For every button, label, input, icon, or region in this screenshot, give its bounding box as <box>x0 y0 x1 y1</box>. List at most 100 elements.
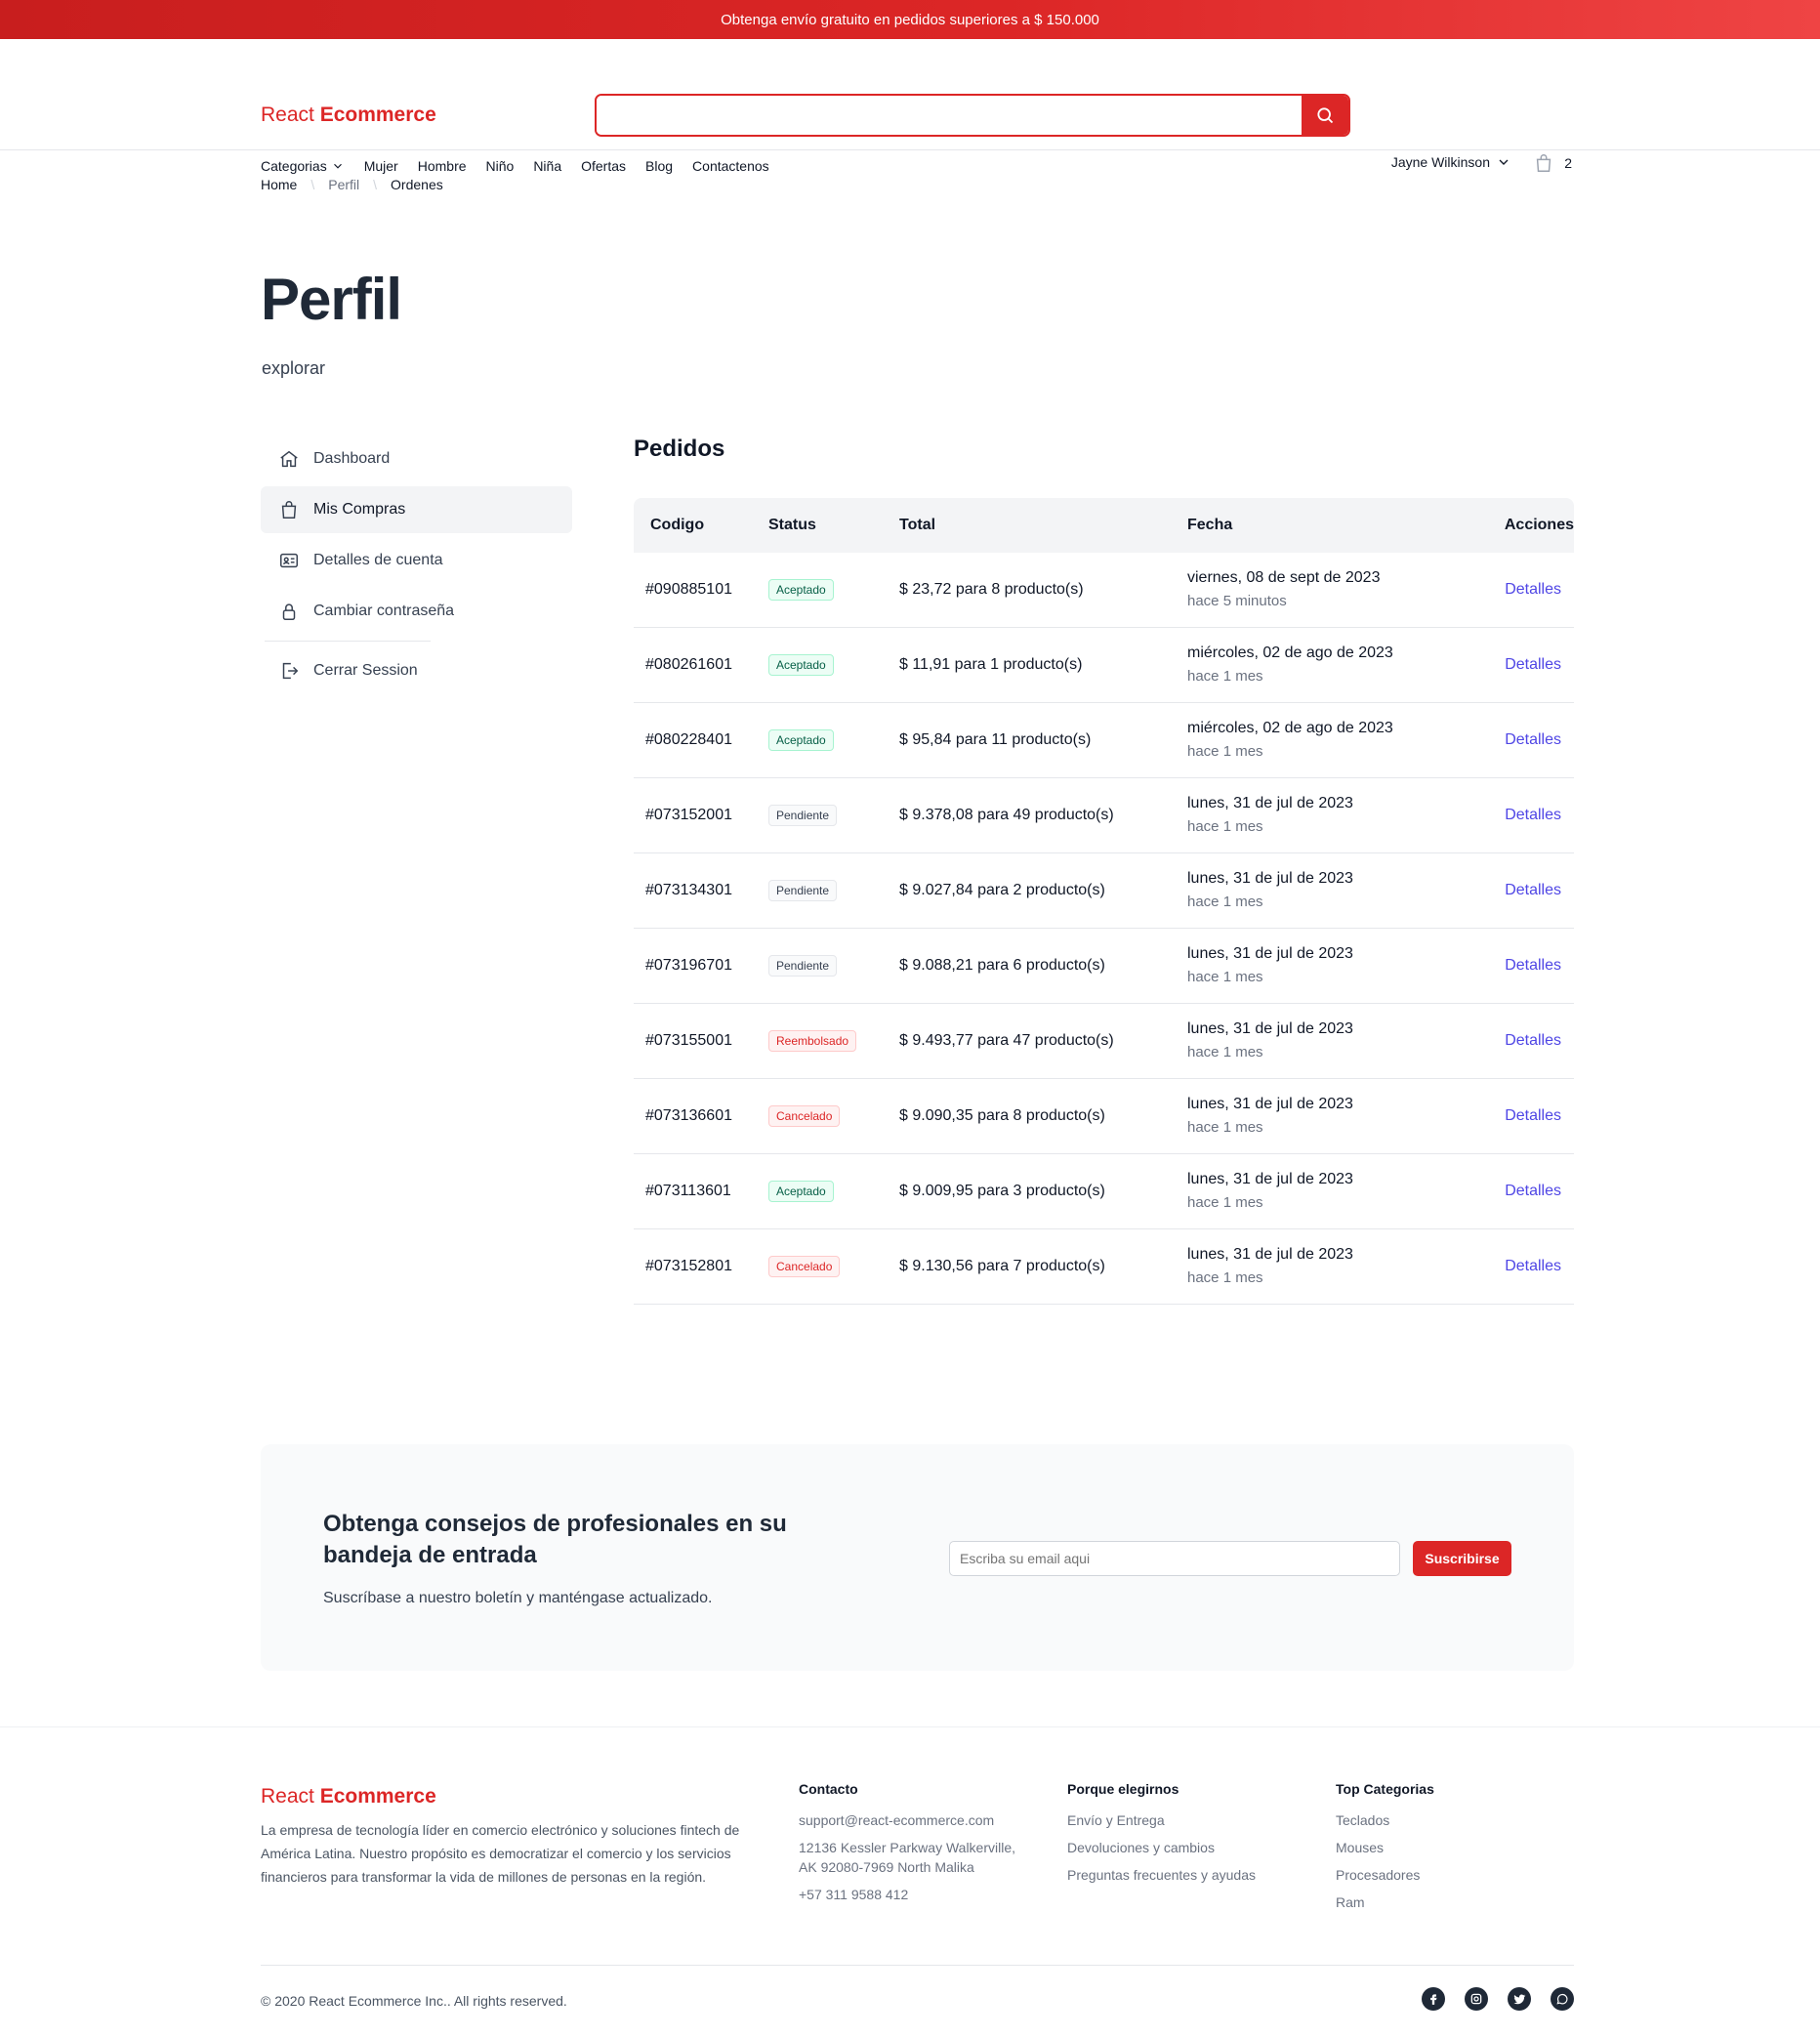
search-input[interactable] <box>597 96 1302 135</box>
cart-button[interactable]: 2 <box>1533 152 1572 174</box>
footer-link[interactable]: Teclados <box>1336 1810 1434 1830</box>
nav-item-nino[interactable]: Niño <box>486 158 515 174</box>
footer-contact-phone[interactable]: +57 311 9588 412 <box>799 1885 1015 1904</box>
table-row: #073113601 Aceptado $ 9.009,95 para 3 prod… <box>634 1154 1574 1229</box>
order-date: lunes, 31 de jul de 2023 hace 1 mes <box>1187 1093 1457 1140</box>
whatsapp-icon[interactable] <box>1551 1987 1574 2011</box>
shopping-bag-icon <box>281 501 297 519</box>
breadcrumb: Home \ Perfil \ Ordenes <box>261 177 443 192</box>
order-status-cell: Pendiente <box>768 955 899 977</box>
nav-item-categorias[interactable]: Categorias <box>261 158 345 174</box>
facebook-icon[interactable] <box>1422 1987 1445 2011</box>
social-links <box>1422 1987 1574 2011</box>
nav-item-hombre[interactable]: Hombre <box>418 158 467 174</box>
order-total: $ 9.130,56 para 7 producto(s) <box>899 1258 1187 1275</box>
details-link[interactable]: Detalles <box>1505 1107 1561 1124</box>
footer-link[interactable]: Devoluciones y cambios <box>1067 1838 1256 1857</box>
footer-contact-address-line: 12136 Kessler Parkway Walkerville, <box>799 1840 1016 1855</box>
details-link[interactable]: Detalles <box>1505 656 1561 673</box>
details-link[interactable]: Detalles <box>1505 807 1561 823</box>
user-menu[interactable]: Jayne Wilkinson <box>1391 154 1511 170</box>
column-header-status: Status <box>768 517 816 533</box>
order-quantity: para 2 producto(s) <box>977 882 1105 898</box>
footer-bottom-divider <box>261 1965 1574 1966</box>
search-icon <box>1317 107 1334 124</box>
footer-link[interactable]: Preguntas frecuentes y ayudas <box>1067 1865 1256 1885</box>
nav-item-contactenos[interactable]: Contactenos <box>692 158 769 174</box>
newsletter-email-input[interactable] <box>949 1541 1400 1576</box>
order-quantity: para 1 producto(s) <box>954 656 1083 673</box>
details-link[interactable]: Detalles <box>1505 957 1561 974</box>
breadcrumb-perfil[interactable]: Perfil <box>328 177 359 192</box>
sidebar-item-cerrar-session[interactable]: Cerrar Session <box>261 647 572 694</box>
footer-link[interactable]: Procesadores <box>1336 1865 1434 1885</box>
search-button[interactable] <box>1302 96 1348 135</box>
order-quantity: para 7 producto(s) <box>977 1258 1105 1274</box>
order-status-cell: Pendiente <box>768 880 899 901</box>
status-badge: Reembolsado <box>768 1030 857 1052</box>
nav-item-nina[interactable]: Niña <box>533 158 561 174</box>
order-date-full: lunes, 31 de jul de 2023 <box>1187 1096 1353 1112</box>
nav-item-mujer[interactable]: Mujer <box>364 158 398 174</box>
order-date: viernes, 08 de sept de 2023 hace 5 minuto… <box>1187 566 1457 613</box>
order-actions: Detalles <box>1457 731 1574 749</box>
twitter-icon[interactable] <box>1508 1987 1531 2011</box>
order-date-full: lunes, 31 de jul de 2023 <box>1187 945 1353 962</box>
order-actions: Detalles <box>1457 581 1574 599</box>
details-link[interactable]: Detalles <box>1505 581 1561 598</box>
order-code: #080228401 <box>645 731 732 748</box>
breadcrumb-home[interactable]: Home <box>261 177 297 192</box>
order-quantity: para 8 producto(s) <box>955 581 1084 598</box>
footer-link[interactable]: Mouses <box>1336 1838 1434 1857</box>
order-actions: Detalles <box>1457 1032 1574 1050</box>
order-date-relative: hace 1 mes <box>1187 1044 1263 1060</box>
order-date-relative: hace 5 minutos <box>1187 593 1287 609</box>
status-badge: Aceptado <box>768 579 834 601</box>
details-link[interactable]: Detalles <box>1505 882 1561 898</box>
order-date-full: lunes, 31 de jul de 2023 <box>1187 870 1353 887</box>
order-date-full: lunes, 31 de jul de 2023 <box>1187 1020 1353 1037</box>
sidebar-item-mis-compras[interactable]: Mis Compras <box>261 486 572 533</box>
details-link[interactable]: Detalles <box>1505 731 1561 748</box>
order-quantity: para 3 producto(s) <box>977 1183 1105 1199</box>
footer-link[interactable]: Ram <box>1336 1892 1434 1912</box>
order-actions: Detalles <box>1457 1258 1574 1275</box>
order-date-full: viernes, 08 de sept de 2023 <box>1187 569 1381 586</box>
details-link[interactable]: Detalles <box>1505 1258 1561 1274</box>
sidebar-item-cambiar-contrasena[interactable]: Cambiar contraseña <box>261 588 572 635</box>
order-total: $ 95,84 para 11 producto(s) <box>899 731 1187 749</box>
order-code: #080261601 <box>645 656 732 673</box>
order-total: $ 9.378,08 para 49 producto(s) <box>899 807 1187 824</box>
nav-item-ofertas[interactable]: Ofertas <box>581 158 626 174</box>
sidebar-item-label: Detalles de cuenta <box>313 552 443 568</box>
details-link[interactable]: Detalles <box>1505 1183 1561 1199</box>
order-date: lunes, 31 de jul de 2023 hace 1 mes <box>1187 942 1457 989</box>
brand-name-part2: Ecommerce <box>319 104 436 126</box>
order-status-cell: Aceptado <box>768 579 899 601</box>
footer-brand-logo[interactable]: React Ecommerce <box>261 1785 436 1808</box>
page-subtitle: explorar <box>262 358 326 378</box>
order-date: lunes, 31 de jul de 2023 hace 1 mes <box>1187 1243 1457 1290</box>
order-date: miércoles, 02 de ago de 2023 hace 1 mes <box>1187 642 1457 688</box>
sidebar-item-dashboard[interactable]: Dashboard <box>261 436 572 482</box>
nav-item-blog[interactable]: Blog <box>645 158 673 174</box>
footer-contact-email[interactable]: support@react-ecommerce.com <box>799 1810 1015 1830</box>
order-amount: $ 9.009,95 <box>899 1183 973 1199</box>
table-row: #073155001 Reembolsado $ 9.493,77 para 47 … <box>634 1004 1574 1079</box>
footer-link[interactable]: Envío y Entrega <box>1067 1810 1256 1830</box>
order-date-relative: hace 1 mes <box>1187 1119 1263 1136</box>
status-badge: Aceptado <box>768 729 834 751</box>
brand-logo[interactable]: React Ecommerce <box>261 104 436 127</box>
footer-top-categories: Top Categorias Teclados Mouses Procesado… <box>1336 1781 1434 1920</box>
details-link[interactable]: Detalles <box>1505 1032 1561 1049</box>
order-actions: Detalles <box>1457 807 1574 824</box>
table-body: #090885101 Aceptado $ 23,72 para 8 product… <box>634 553 1574 1305</box>
order-amount: $ 9.130,56 <box>899 1258 973 1274</box>
sidebar-item-detalles-cuenta[interactable]: Detalles de cuenta <box>261 537 572 584</box>
order-amount: $ 23,72 <box>899 581 952 598</box>
order-total: $ 9.493,77 para 47 producto(s) <box>899 1032 1187 1050</box>
sidebar-item-label: Cerrar Session <box>313 662 418 679</box>
instagram-icon[interactable] <box>1465 1987 1488 2011</box>
subscribe-button[interactable]: Suscribirse <box>1413 1541 1511 1576</box>
newsletter-title: Obtenga consejos de profesionales en su … <box>323 1511 787 1568</box>
